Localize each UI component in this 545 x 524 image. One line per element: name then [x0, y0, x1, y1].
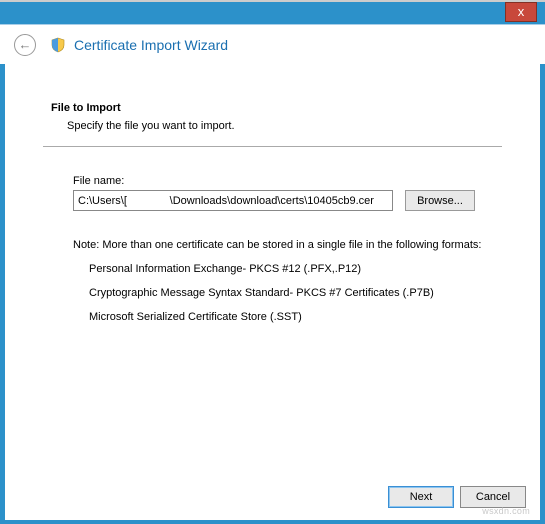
button-bar: Next Cancel: [388, 486, 526, 508]
divider: [43, 146, 502, 147]
title-bar: x: [0, 2, 545, 24]
file-row: Browse...: [73, 190, 494, 211]
cancel-button[interactable]: Cancel: [460, 486, 526, 508]
back-button[interactable]: ←: [14, 34, 36, 56]
back-arrow-icon: ←: [19, 37, 32, 52]
file-name-input[interactable]: [73, 190, 393, 211]
format-item: Microsoft Serialized Certificate Store (…: [89, 311, 494, 323]
next-button[interactable]: Next: [388, 486, 454, 508]
watermark: wsxdn.com: [482, 506, 530, 516]
format-item: Cryptographic Message Syntax Standard- P…: [89, 287, 494, 299]
dialog-body: File to Import Specify the file you want…: [5, 64, 540, 520]
section-description: Specify the file you want to import.: [67, 120, 494, 132]
close-button[interactable]: x: [505, 2, 537, 22]
format-item: Personal Information Exchange- PKCS #12 …: [89, 263, 494, 275]
note-text: Note: More than one certificate can be s…: [73, 239, 494, 251]
file-name-label: File name:: [73, 175, 494, 187]
certificate-shield-icon: [50, 37, 66, 53]
browse-button[interactable]: Browse...: [405, 190, 475, 211]
section-heading: File to Import: [51, 102, 494, 114]
wizard-title: Certificate Import Wizard: [74, 37, 228, 53]
wizard-header: ← Certificate Import Wizard: [0, 24, 545, 64]
